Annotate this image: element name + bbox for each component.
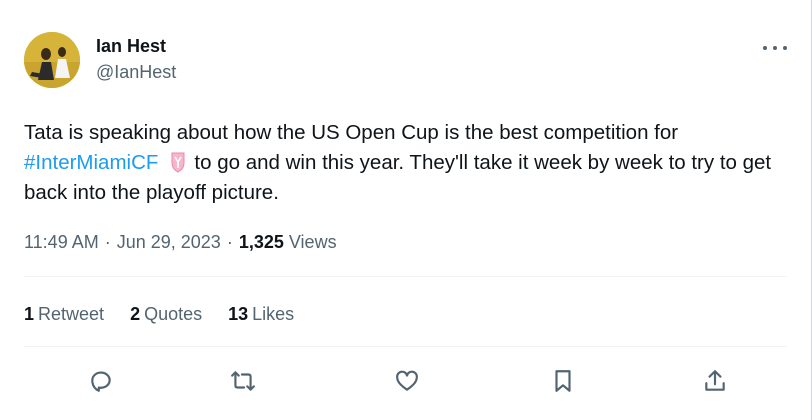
bookmark-icon	[555, 370, 571, 392]
quotes-stat[interactable]: 2 Quotes	[130, 304, 202, 325]
bookmark-button[interactable]	[548, 366, 578, 396]
tweet-meta: 11:49 AM · Jun 29, 2023 · 1,325 Views	[24, 232, 337, 253]
tweet-time[interactable]: 11:49 AM	[24, 232, 99, 252]
retweet-icon	[231, 371, 255, 391]
hashtag-link[interactable]: #InterMiamiCF	[24, 151, 158, 174]
reply-button[interactable]	[86, 366, 116, 396]
user-name[interactable]: Ian Hest	[96, 36, 166, 57]
likes-stat[interactable]: 13 Likes	[228, 304, 294, 325]
retweets-count: 1	[24, 304, 35, 324]
views-count: 1,325	[238, 232, 284, 252]
quotes-label: Quotes	[144, 304, 203, 324]
tweet-text-before: Tata is speaking about how the US Open C…	[24, 121, 679, 144]
likes-count: 13	[228, 304, 249, 324]
action-bar	[0, 366, 812, 398]
likes-label: Likes	[252, 304, 295, 324]
heart-icon	[396, 370, 418, 391]
share-icon	[705, 370, 725, 391]
tweet-stats: 1 Retweet 2 Quotes 13 Likes	[24, 304, 294, 325]
retweets-stat[interactable]: 1 Retweet	[24, 304, 104, 325]
tweet-text: Tata is speaking about how the US Open C…	[24, 118, 794, 208]
meta-separator: ·	[104, 232, 111, 252]
divider	[24, 276, 787, 277]
inter-miami-crest-icon	[166, 150, 190, 174]
retweets-label: Retweet	[38, 304, 105, 324]
meta-separator: ·	[226, 232, 233, 252]
tweet-date[interactable]: Jun 29, 2023	[117, 232, 221, 252]
divider	[24, 346, 787, 347]
quotes-count: 2	[130, 304, 141, 324]
avatar[interactable]	[24, 32, 80, 88]
views-label: Views	[288, 232, 337, 252]
reply-icon	[91, 371, 111, 392]
like-button[interactable]	[392, 366, 422, 396]
retweet-button[interactable]	[228, 366, 258, 396]
more-horizontal-icon[interactable]	[763, 40, 787, 56]
share-button[interactable]	[700, 366, 730, 396]
tweet-card: Ian Hest @IanHest Tata is speaking about…	[0, 0, 812, 420]
user-handle[interactable]: @IanHest	[96, 62, 176, 83]
